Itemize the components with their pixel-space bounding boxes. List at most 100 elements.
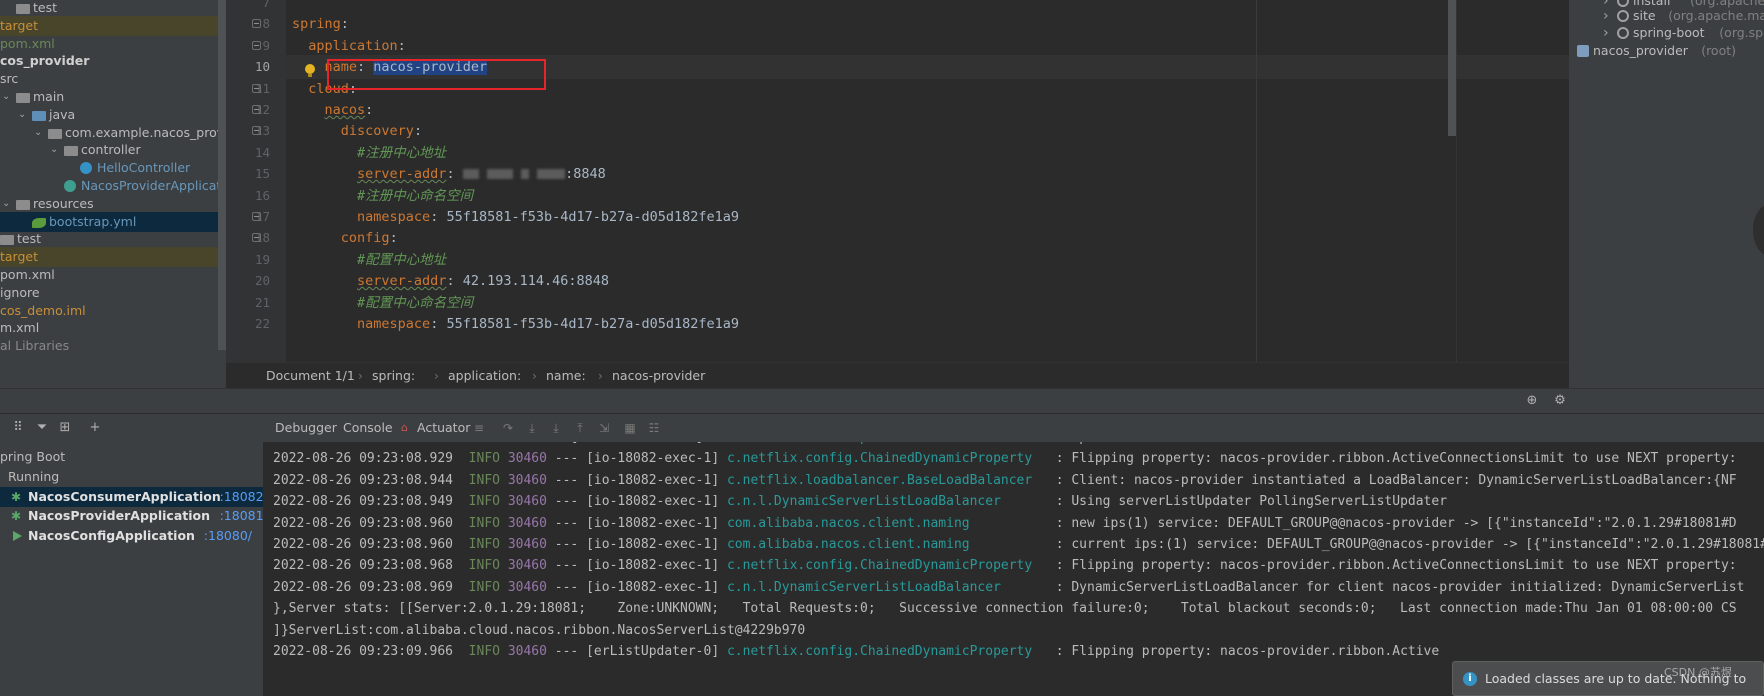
menu-icon[interactable]: ≡ xyxy=(472,421,486,435)
log-plain: --- [io-18082-exec-1] xyxy=(546,494,727,510)
line-number: 19 xyxy=(254,251,270,267)
service-port-link[interactable]: :18082/ xyxy=(220,487,268,507)
console-output[interactable]: 2022-08-26 09:23:08.7 INFO 30460 --- [io… xyxy=(263,442,1764,696)
add-service-icon[interactable]: + xyxy=(87,420,103,436)
breadcrumb-item[interactable]: nacos-provider xyxy=(612,363,705,389)
service-port-link[interactable]: :18081/ xyxy=(220,506,268,526)
editor-scrollbar[interactable] xyxy=(1448,0,1456,136)
gear-icon xyxy=(1617,27,1629,39)
fold-toggle-icon[interactable] xyxy=(252,105,261,114)
log-plain: 2022-08-26 09:23:08.969 xyxy=(273,579,454,595)
gear-icon xyxy=(1617,0,1629,7)
service-group[interactable]: Running xyxy=(0,467,263,487)
line-number: 12 xyxy=(254,102,270,117)
fold-toggle-icon[interactable] xyxy=(252,19,261,29)
service-item[interactable]: ✱ NacosProviderApplication:18081/ xyxy=(0,506,268,526)
code-line[interactable]: config: xyxy=(286,226,1569,250)
log-plain: },Server stats: [[Server:2.0.1.29:18081;… xyxy=(273,601,1737,617)
service-item[interactable]: NacosConfigApplication:18080/ xyxy=(0,526,263,546)
code-editor[interactable]: spring: application: name: nacos-provide… xyxy=(286,0,1569,362)
gear-icon[interactable]: ⚙ xyxy=(1552,393,1568,409)
log-plain: 2022-08-26 09:23:09.966 xyxy=(273,644,454,659)
group-by-icon[interactable]: ⠿ xyxy=(10,420,26,436)
code-line[interactable]: #配置中心命名空间 xyxy=(286,291,1569,315)
log-info: INFO xyxy=(453,515,508,531)
fold-toggle-icon[interactable] xyxy=(252,212,261,221)
tab-console[interactable]: Console xyxy=(343,414,393,442)
code-line[interactable]: #注册中心命名空间 xyxy=(286,184,1569,208)
breadcrumb-item[interactable]: Document 1/1 xyxy=(266,363,355,389)
log-logger[interactable]: com.alibaba.nacos.client.naming xyxy=(727,516,1048,531)
project-tree-panel: test target pom.xml cos_provider src ⌄ main ⌄ ja… xyxy=(0,0,226,388)
log-logger[interactable]: c.netflix.config.ChainedDynamicProperty xyxy=(727,644,1048,659)
code-line[interactable]: application: xyxy=(286,34,1569,58)
tab-debugger[interactable]: Debugger xyxy=(275,414,337,442)
code-line[interactable]: namespace: 55f18581-f53b-4d17-b27a-d05d1… xyxy=(286,312,1569,336)
log-pid: 30460 xyxy=(492,442,531,445)
console-line: 2022-08-26 09:23:08.968 INFO 30460 --- [… xyxy=(273,554,1737,578)
log-logger[interactable]: com.alibaba.nacos.client.naming xyxy=(727,537,1048,552)
code-line[interactable]: #注册中心地址 xyxy=(286,141,1569,165)
fold-toggle-icon[interactable] xyxy=(252,126,261,136)
log-logger[interactable]: c.netflix.loadbalancer.BaseLoadBalancer xyxy=(727,473,1048,488)
maven-item-detail: (root) xyxy=(1701,43,1737,58)
fold-toggle-icon[interactable] xyxy=(252,233,261,243)
code-line[interactable]: server-addr: :8848 xyxy=(286,162,1569,186)
code-line[interactable]: nacos: xyxy=(286,98,1569,122)
editor-breadcrumbs: Document 1/1 › spring: › application: › name: ›… xyxy=(226,362,1569,388)
console-tabbar: Debugger Console ⌂ Actuator ≡ ↷ ⤓ ⤓ ⤒ ⇲ … xyxy=(263,414,1764,442)
tab-actuator[interactable]: Actuator xyxy=(417,414,470,442)
code-line[interactable]: discovery: xyxy=(286,119,1569,143)
line-number: 8 xyxy=(262,16,270,32)
line-number: 10 xyxy=(254,59,270,75)
log-plain: 2022-08-26 09:23:08.929 xyxy=(273,451,454,467)
trace-icon[interactable]: ☷ xyxy=(647,421,661,435)
code-line[interactable]: namespace: 55f18581-f53b-4d17-b27a-d05d1… xyxy=(286,205,1569,229)
code-line[interactable]: #配置中心地址 xyxy=(286,248,1569,272)
info-icon: i xyxy=(1463,672,1477,686)
log-logger[interactable]: c.n.l.DynamicServerListLoadBalancer xyxy=(727,580,1048,595)
target-icon[interactable]: ⊕ xyxy=(1524,393,1540,409)
filter-icon[interactable]: ⏷ xyxy=(34,420,50,436)
breadcrumb-item[interactable]: spring: xyxy=(372,363,415,389)
log-info: INFO xyxy=(453,537,508,552)
log-logger[interactable]: c.netflix.config.ChainedDynamicProperty xyxy=(727,451,1048,466)
breadcrumb-item[interactable]: name: xyxy=(546,363,586,389)
spring-class-icon xyxy=(64,180,76,192)
log-plain: : new ips(1) service: DEFAULT_GROUP@@nac… xyxy=(1047,515,1737,531)
chevron-right-icon[interactable]: › xyxy=(1603,23,1609,43)
breadcrumb-item[interactable]: application: xyxy=(448,363,521,389)
fold-toggle-icon[interactable] xyxy=(252,83,261,93)
service-group[interactable]: pring Boot xyxy=(0,447,263,467)
log-plain: --- [erListUpdater-0] xyxy=(546,644,727,659)
log-plain: : Using serverListUpdater PollingServerL… xyxy=(1047,494,1448,510)
log-logger[interactable]: o.s.web.servlet.DispatcherServlet xyxy=(711,442,1032,445)
highlight-annotation-box xyxy=(327,59,546,90)
new-tab-icon[interactable]: ⊞ xyxy=(57,420,73,436)
log-logger[interactable]: c.netflix.config.ChainedDynamicProperty xyxy=(727,558,1048,573)
project-tree-scrollbar[interactable] xyxy=(218,0,226,350)
intention-bulb-icon[interactable] xyxy=(304,64,316,78)
debug-icon: ✱ xyxy=(11,489,22,504)
log-logger[interactable]: c.n.l.DynamicServerListLoadBalancer xyxy=(727,494,1048,509)
step-out-icon[interactable]: ⤒ xyxy=(573,421,587,435)
code-line[interactable]: spring: xyxy=(286,12,1569,36)
step-into-icon[interactable]: ⤓ xyxy=(525,421,539,435)
log-plain: --- [io-18082-exec-1] xyxy=(546,515,727,531)
log-plain: --- [io-18082-exec-1] xyxy=(546,558,727,574)
service-item[interactable]: ✱ NacosConsumerApplication:18082/ xyxy=(0,486,268,507)
tree-item[interactable]: al Libraries xyxy=(0,336,218,356)
log-plain: --- [io-18082-exec-1] xyxy=(546,537,727,552)
console-line: 2022-08-26 09:23:08.929 INFO 30460 --- [… xyxy=(273,447,1737,471)
fold-toggle-icon[interactable] xyxy=(252,40,261,50)
log-info: INFO xyxy=(453,558,508,574)
folder-icon xyxy=(16,93,30,103)
log-info: INFO xyxy=(453,494,508,510)
force-step-into-icon[interactable]: ⤓ xyxy=(549,421,563,435)
log-info: INFO xyxy=(453,472,508,488)
run-to-cursor-icon[interactable]: ⇲ xyxy=(597,421,611,435)
step-over-icon[interactable]: ↷ xyxy=(501,421,515,435)
evaluate-icon[interactable]: ▦ xyxy=(623,421,637,435)
code-line[interactable]: server-addr: 42.193.114.46:8848 xyxy=(286,269,1569,293)
service-port-link[interactable]: :18080/ xyxy=(204,526,252,546)
